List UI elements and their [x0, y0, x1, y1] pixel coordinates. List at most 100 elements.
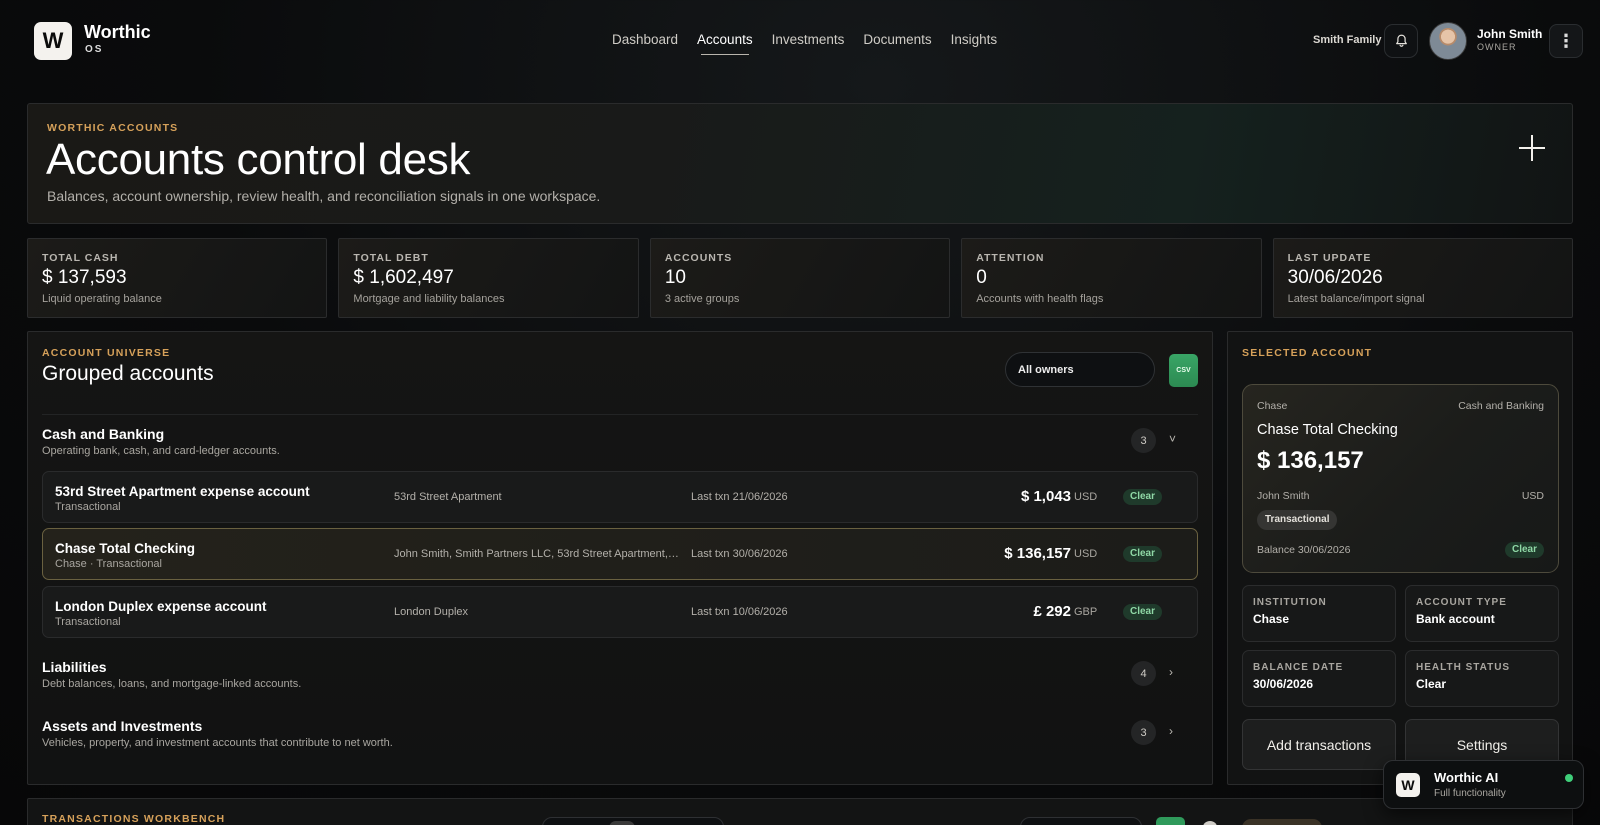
stat-note: Accounts with health flags — [976, 293, 1104, 305]
detail-value: 30/06/2026 — [1253, 677, 1314, 691]
grouped-accounts-panel: ACCOUNT UNIVERSE Grouped accounts All ow… — [27, 331, 1213, 785]
account-last-txn: Last txn 21/06/2026 — [691, 491, 788, 503]
nav-insights[interactable]: Insights — [951, 32, 998, 55]
ai-subtitle: Full functionality — [1434, 788, 1506, 799]
group-title: Liabilities — [42, 659, 107, 675]
avatar[interactable] — [1429, 22, 1467, 60]
account-row-chase-total-checking[interactable]: Chase Total Checking Chase · Transaction… — [42, 528, 1198, 580]
detail-balance-date: BALANCE DATE 30/06/2026 — [1242, 650, 1396, 707]
account-row-london-duplex[interactable]: London Duplex expense account Transactio… — [42, 586, 1198, 638]
workbench-eyebrow: TRANSACTIONS WORKBENCH — [42, 813, 226, 825]
group-title: Assets and Investments — [42, 718, 203, 734]
stat-last-update: LAST UPDATE 30/06/2026 Latest balance/im… — [1272, 238, 1574, 318]
more-menu-button[interactable]: ⋮ — [1549, 24, 1583, 58]
universe-title: Grouped accounts — [42, 362, 214, 385]
group-count-badge: 3 — [1131, 720, 1156, 745]
top-bar: W Worthic OS Dashboard Accounts Investme… — [0, 0, 1600, 82]
stat-total-cash: TOTAL CASH $ 137,593 Liquid operating ba… — [27, 238, 328, 318]
bell-icon — [1395, 34, 1407, 47]
user-role: OWNER — [1477, 42, 1517, 52]
group-count-badge: 4 — [1131, 661, 1156, 686]
online-status-dot — [1565, 774, 1573, 782]
worthic-ai-launcher[interactable]: W Worthic AI Full functionality — [1383, 760, 1584, 809]
more-vertical-icon: ⋮ — [1557, 30, 1575, 51]
account-owner: 53rd Street Apartment — [394, 491, 502, 503]
stat-total-debt: TOTAL DEBT $ 1,602,497 Mortgage and liab… — [338, 238, 639, 318]
group-cash-and-banking[interactable]: Cash and Banking Operating bank, cash, a… — [42, 426, 1198, 466]
stat-label: ATTENTION — [976, 252, 1045, 264]
account-currency: USD — [1074, 491, 1098, 503]
notifications-button[interactable] — [1384, 24, 1418, 58]
nav-accounts[interactable]: Accounts — [697, 32, 753, 55]
card-type-pill: Transactional — [1257, 510, 1338, 530]
main-nav: Dashboard Accounts Investments Documents… — [612, 32, 997, 55]
detail-account-type: ACCOUNT TYPE Bank account — [1405, 585, 1559, 642]
owner-filter-select[interactable]: All owners — [1005, 352, 1155, 387]
user-name: John Smith — [1477, 27, 1543, 41]
stat-label: TOTAL CASH — [42, 252, 119, 264]
status-badge: Clear — [1123, 604, 1163, 620]
stat-value: $ 137,593 — [42, 267, 127, 288]
group-assets-and-investments[interactable]: Assets and Investments Vehicles, propert… — [42, 718, 1198, 758]
brand-logo[interactable]: W — [34, 22, 72, 60]
stat-note: Latest balance/import signal — [1287, 293, 1425, 305]
card-account-name: Chase Total Checking — [1257, 422, 1398, 438]
stat-accounts: ACCOUNTS 10 3 active groups — [649, 238, 951, 318]
nav-documents[interactable]: Documents — [863, 32, 931, 55]
stats-row: TOTAL CASH $ 137,593 Liquid operating ba… — [27, 238, 1574, 318]
account-currency: USD — [1074, 548, 1098, 560]
hero-banner: WORTHIC ACCOUNTS Accounts control desk B… — [27, 103, 1573, 224]
card-owner: John Smith — [1257, 490, 1310, 502]
page-subtitle: Balances, account ownership, review heal… — [47, 188, 601, 204]
detail-value: Chase — [1253, 612, 1290, 626]
detail-label: BALANCE DATE — [1253, 662, 1344, 673]
workbench-search-input[interactable] — [1020, 817, 1142, 825]
transactions-workbench: TRANSACTIONS WORKBENCH — [27, 798, 1573, 825]
detail-institution: INSTITUTION Chase — [1242, 585, 1396, 642]
selected-account-card: Chase Cash and Banking Chase Total Check… — [1242, 384, 1559, 573]
page-title: Accounts control desk — [46, 135, 471, 184]
ai-logo: W — [1396, 773, 1420, 797]
selected-account-panel: SELECTED ACCOUNT Chase Cash and Banking … — [1227, 331, 1573, 785]
account-name: London Duplex expense account — [55, 599, 267, 614]
account-row-53rd-street[interactable]: 53rd Street Apartment expense account Tr… — [42, 471, 1198, 523]
nav-investments[interactable]: Investments — [772, 32, 845, 55]
universe-eyebrow: ACCOUNT UNIVERSE — [42, 347, 171, 359]
group-desc: Vehicles, property, and investment accou… — [42, 737, 393, 749]
status-badge: Clear — [1504, 542, 1544, 558]
account-type: Transactional — [55, 616, 121, 628]
stat-value: 10 — [664, 267, 686, 288]
workbench-filter-pill[interactable] — [1242, 819, 1322, 825]
workbench-icon[interactable] — [1203, 821, 1217, 825]
divider — [42, 414, 1198, 415]
selected-eyebrow: SELECTED ACCOUNT — [1242, 347, 1373, 359]
detail-value: Clear — [1416, 677, 1447, 691]
account-last-txn: Last txn 30/06/2026 — [691, 548, 788, 560]
nav-dashboard[interactable]: Dashboard — [612, 32, 678, 55]
brand-name: Worthic — [84, 22, 151, 42]
stat-attention: ATTENTION 0 Accounts with health flags — [961, 238, 1262, 318]
stat-label: LAST UPDATE — [1287, 252, 1372, 264]
stat-label: ACCOUNTS — [664, 252, 733, 264]
group-title: Cash and Banking — [42, 426, 165, 442]
stat-value: 0 — [976, 267, 987, 288]
account-name: Chase Total Checking — [55, 541, 196, 556]
add-transactions-button[interactable]: Add transactions — [1242, 719, 1396, 770]
chevron-right-icon[interactable]: › — [1169, 724, 1173, 738]
card-group: Cash and Banking — [1458, 400, 1544, 412]
chevron-right-icon[interactable]: › — [1169, 665, 1173, 679]
group-liabilities[interactable]: Liabilities Debt balances, loans, and mo… — [42, 659, 1198, 699]
card-balance: $ 136,157 — [1257, 447, 1364, 474]
export-csv-button[interactable]: CSV — [1169, 354, 1198, 387]
stat-note: Mortgage and liability balances — [353, 293, 505, 305]
detail-value: Bank account — [1416, 612, 1495, 626]
card-currency: USD — [1521, 490, 1544, 502]
status-badge: Clear — [1123, 489, 1163, 505]
workbench-view-toggle[interactable] — [542, 817, 724, 825]
family-switcher[interactable]: Smith Family — [1313, 34, 1381, 46]
chevron-down-icon[interactable]: ˅ — [1169, 432, 1176, 446]
account-name: 53rd Street Apartment expense account — [55, 484, 310, 499]
workbench-csv-button[interactable] — [1156, 817, 1185, 825]
stat-value: $ 1,602,497 — [353, 267, 454, 288]
add-account-button[interactable] — [1516, 132, 1548, 164]
